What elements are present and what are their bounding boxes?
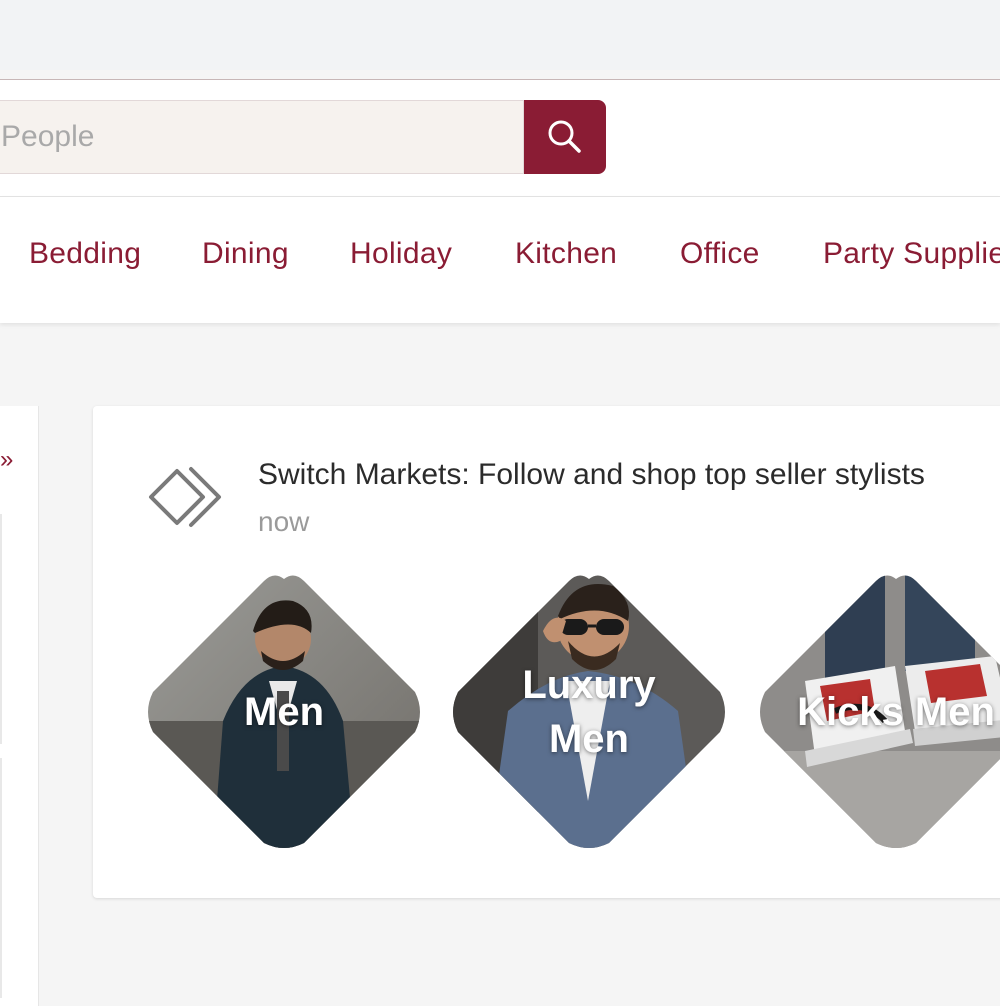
category-nav: Bedding Dining Holiday Kitchen Office Pa… bbox=[0, 197, 1000, 323]
browser-top-bar bbox=[0, 0, 1000, 70]
tile-label: Men bbox=[244, 690, 324, 734]
market-tile-kicks-men[interactable]: Kicks Men bbox=[755, 571, 1000, 853]
expand-chevron-icon[interactable]: » bbox=[0, 446, 13, 474]
nav-item-party-supplies[interactable]: Party Supplies bbox=[823, 237, 1000, 271]
market-tile-luxury-men[interactable]: Luxury Men bbox=[448, 571, 730, 853]
card-title[interactable]: Switch Markets: Follow and shop top sell… bbox=[258, 458, 925, 492]
search-icon bbox=[548, 120, 581, 153]
nav-item-holiday[interactable]: Holiday bbox=[350, 237, 452, 271]
divider bbox=[0, 758, 2, 998]
search-input[interactable] bbox=[0, 100, 524, 174]
divider bbox=[0, 514, 2, 744]
tile-label: Luxury Men bbox=[522, 663, 656, 761]
market-card: Switch Markets: Follow and shop top sell… bbox=[93, 406, 1000, 898]
site-header bbox=[0, 79, 1000, 197]
switch-markets-icon bbox=[149, 467, 221, 527]
tile-label: Kicks Men bbox=[797, 690, 995, 734]
nav-item-dining[interactable]: Dining bbox=[202, 237, 289, 271]
nav-item-office[interactable]: Office bbox=[680, 237, 760, 271]
nav-item-bedding[interactable]: Bedding bbox=[29, 237, 141, 271]
market-tile-men[interactable]: Men bbox=[143, 571, 425, 853]
timestamp: now bbox=[258, 506, 310, 537]
left-sidebar-panel: » bbox=[0, 406, 39, 1006]
nav-item-kitchen[interactable]: Kitchen bbox=[515, 237, 617, 271]
search-button[interactable] bbox=[524, 100, 606, 174]
